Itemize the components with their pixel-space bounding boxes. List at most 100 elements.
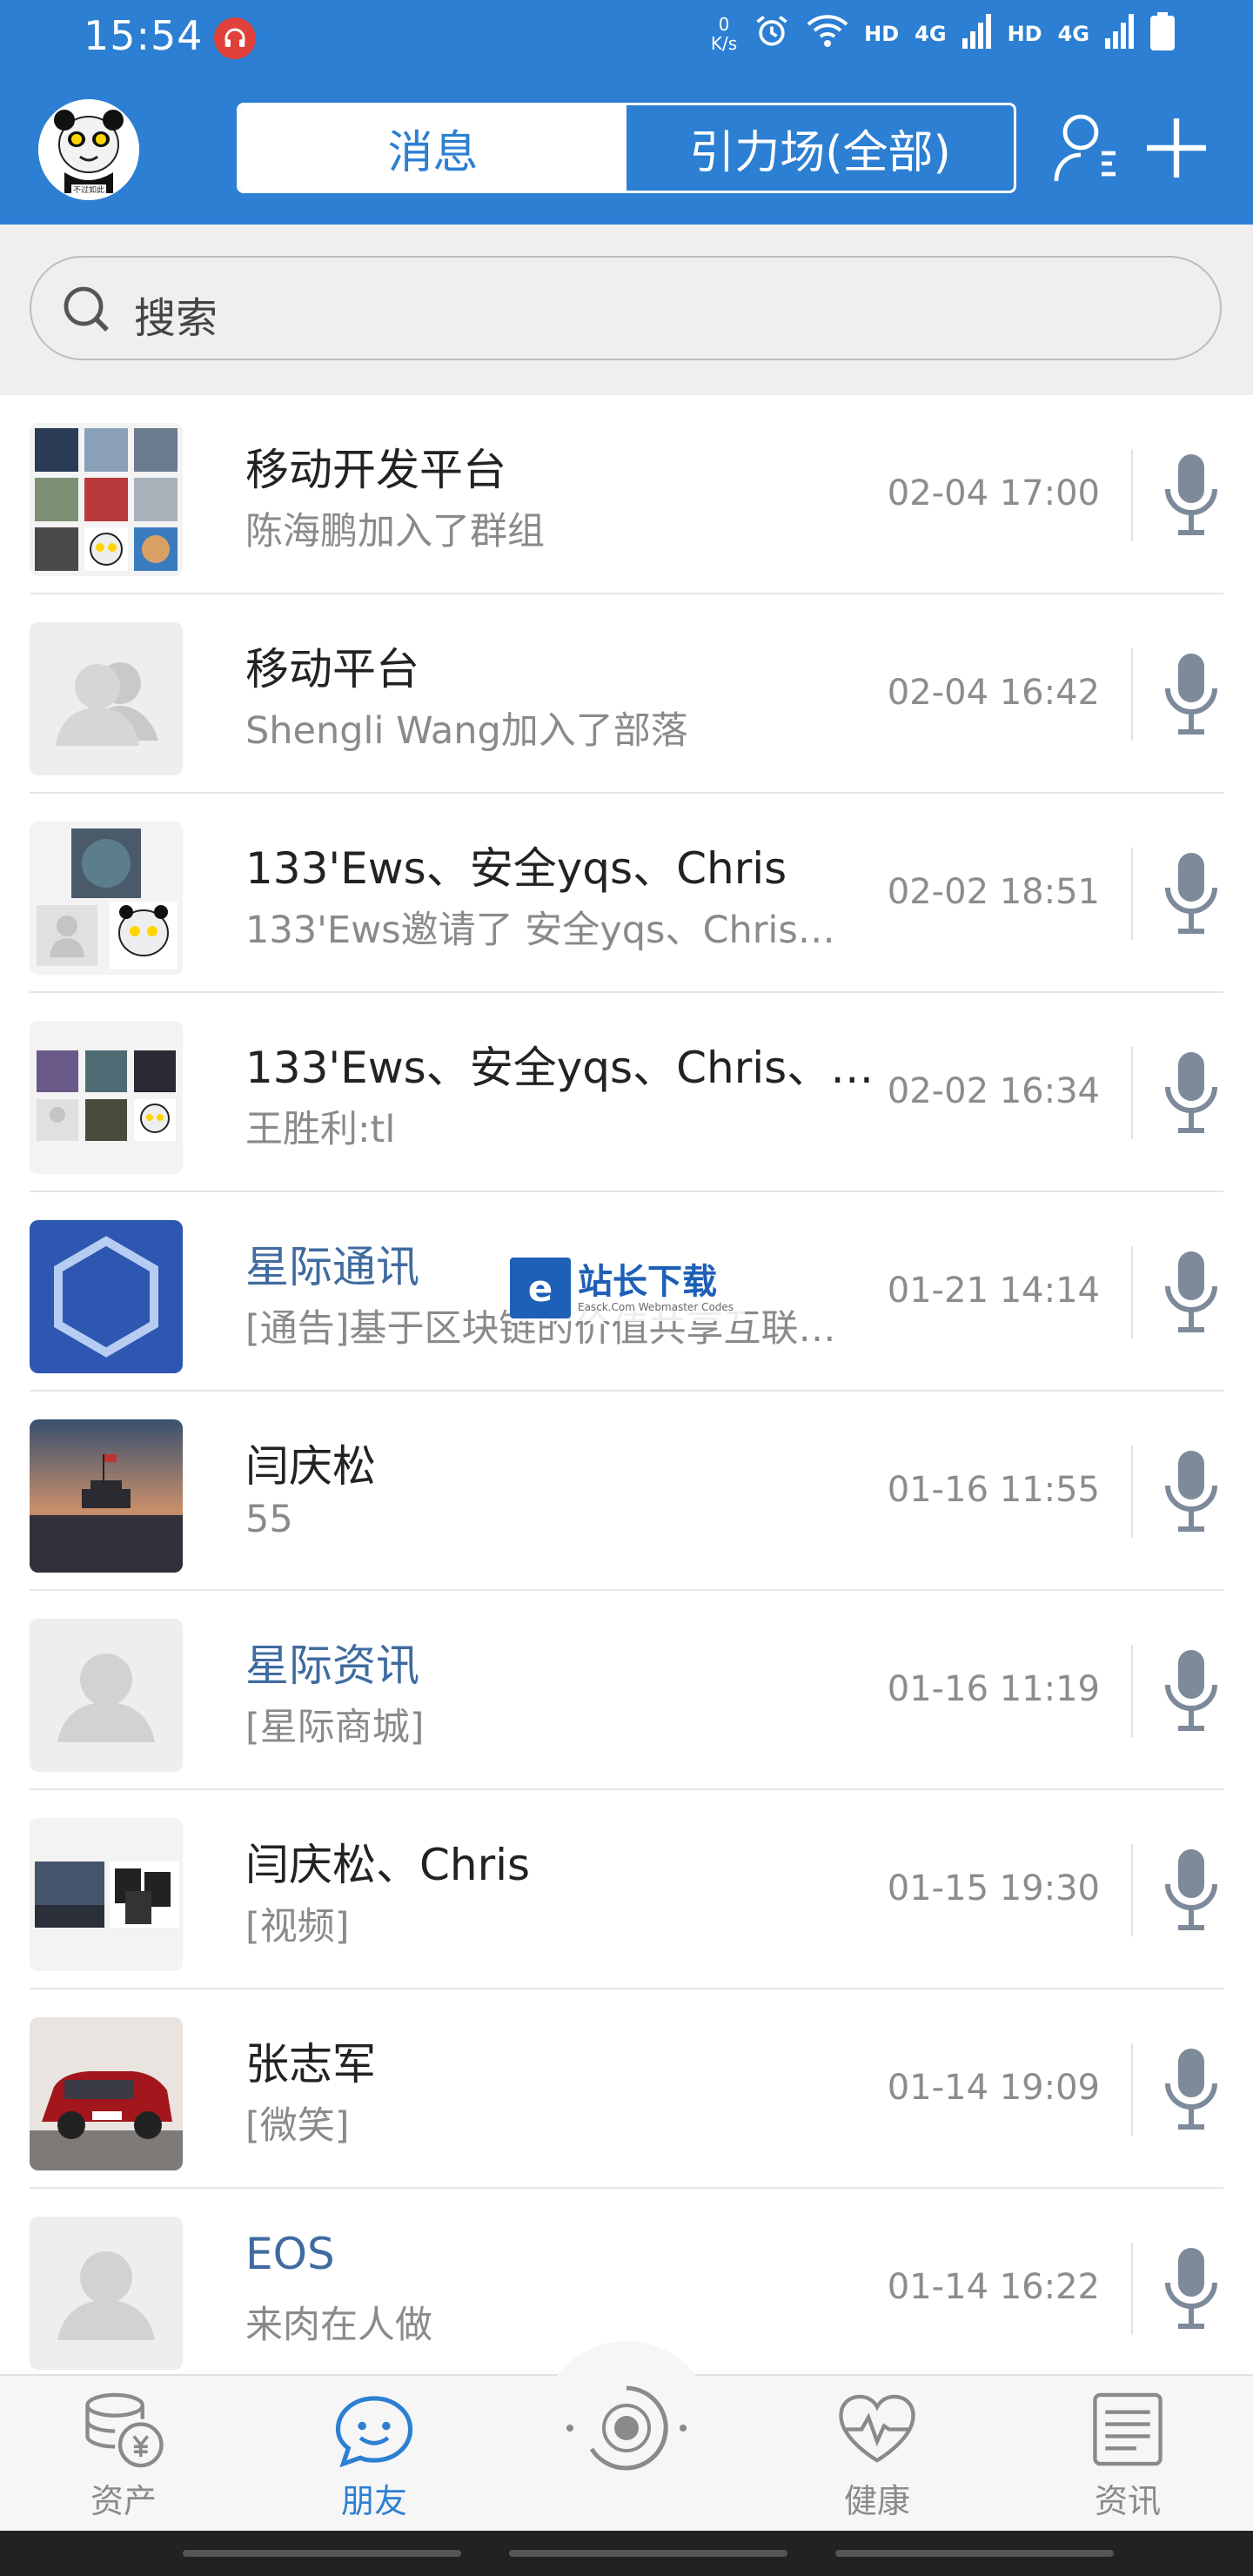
hd-badge-1: HD (864, 22, 900, 46)
conversation-row[interactable]: 张志军 [微笑] 01-14 19:09 (0, 1989, 1253, 2189)
microphone-icon[interactable] (1161, 849, 1222, 936)
add-button[interactable] (1140, 111, 1213, 184)
status-icons: 0 K/s HD 4G HD 4G (711, 12, 1175, 56)
conversation-preview: 王胜利:tl (245, 1108, 396, 1151)
conversation-row[interactable]: 133'Ews、安全yqs、Chris 133'Ews邀请了 安全yqs、Chr… (0, 794, 1253, 993)
search-input[interactable]: 搜索 (30, 256, 1222, 360)
user-avatar-photo (30, 2017, 183, 2170)
divider (1131, 2243, 1133, 2335)
conversation-preview: 来肉在人做 (245, 2304, 432, 2347)
watermark-subtitle: Easck.Com Webmaster Codes (578, 1301, 734, 1313)
divider (1131, 1047, 1133, 1139)
wifi-icon (807, 12, 848, 56)
battery-icon (1150, 12, 1175, 56)
conversation-row[interactable]: 移动开发平台 陈海鹏加入了群组 02-04 17:00 (0, 395, 1253, 594)
tab-messages[interactable]: 消息 (239, 105, 626, 191)
conversation-name: 133'Ews、安全yqs、Chris、… (245, 1043, 874, 1093)
conversation-time: 01-16 11:19 (887, 1669, 1100, 1709)
microphone-icon[interactable] (1161, 2244, 1222, 2331)
conversation-name: 闫庆松 (245, 1441, 376, 1492)
conversation-time: 01-21 14:14 (887, 1271, 1100, 1311)
signal-icon-2 (1105, 14, 1135, 54)
nav-assets-label: 资产 (90, 2482, 157, 2520)
net-speed-unit: K/s (710, 33, 738, 54)
nav-friends[interactable]: 朋友 (287, 2392, 461, 2522)
watermark-logo-icon: e (510, 1258, 571, 1318)
galaxy-center-button[interactable] (539, 2341, 714, 2515)
chat-bubble-icon (335, 2396, 413, 2468)
watermark-title: 站长下载 (578, 1262, 717, 1302)
conversation-name: 张志军 (245, 2039, 376, 2090)
user-placeholder-avatar (30, 1619, 183, 1772)
conversation-preview: [视频] (245, 1905, 350, 1949)
lte-badge-2: 4G (1057, 22, 1089, 46)
conversation-time: 01-15 19:30 (887, 1868, 1100, 1909)
conversation-row[interactable]: 星际资讯 [星际商城] 01-16 11:19 (0, 1591, 1253, 1790)
conversation-time: 02-04 16:42 (887, 673, 1100, 713)
net-speed: 0 K/s (711, 15, 737, 53)
microphone-icon[interactable] (1161, 1846, 1222, 1933)
hd-badge-2: HD (1007, 22, 1042, 46)
heart-pulse-icon (839, 2394, 915, 2463)
conversation-time: 02-02 18:51 (887, 872, 1100, 912)
signal-icon-1 (962, 14, 992, 54)
conversation-name: 星际通讯 (245, 1242, 419, 1292)
microphone-icon[interactable] (1161, 1248, 1222, 1335)
system-nav-back[interactable] (183, 2550, 461, 2557)
alarm-icon (753, 12, 791, 56)
microphone-icon[interactable] (1161, 650, 1222, 737)
nav-news[interactable]: 资讯 (1041, 2392, 1215, 2522)
conversation-row[interactable]: 闫庆松 55 01-16 11:55 (0, 1392, 1253, 1591)
conversation-preview: 55 (245, 1498, 293, 1541)
avatar-caption: 不过如此 (72, 186, 104, 195)
group-avatar-grid (30, 1021, 183, 1174)
microphone-icon[interactable] (1161, 1447, 1222, 1534)
microphone-icon[interactable] (1161, 2045, 1222, 2132)
system-nav-home[interactable] (509, 2550, 787, 2557)
divider (1131, 2043, 1133, 2136)
user-avatar[interactable]: 不过如此 (38, 99, 139, 200)
conversation-name: 闫庆松、Chris (245, 1840, 531, 1890)
microphone-icon[interactable] (1161, 451, 1222, 538)
galaxy-icon (566, 2385, 687, 2471)
net-speed-value: 0 (718, 14, 730, 35)
group-placeholder-avatar (30, 622, 183, 775)
conversation-name: EOS (245, 2229, 335, 2279)
user-avatar-photo (30, 1419, 183, 1573)
coins-icon (85, 2392, 164, 2468)
app-root: 15:54 0 K/s HD 4G HD 4G 不过如此 消息 引力场(全部) … (0, 0, 1253, 2576)
top-bar: 不过如此 消息 引力场(全部) (0, 87, 1253, 218)
divider (1131, 848, 1133, 940)
conversation-preview: 133'Ews邀请了 安全yqs、Chris… (245, 909, 835, 952)
nav-health[interactable]: 健康 (790, 2392, 964, 2522)
nav-assets[interactable]: 资产 (37, 2392, 211, 2522)
divider (1131, 449, 1133, 541)
conversation-name: 133'Ews、安全yqs、Chris (245, 843, 787, 894)
conversation-row[interactable]: 闫庆松、Chris [视频] 01-15 19:30 (0, 1790, 1253, 1989)
nav-news-label: 资讯 (1094, 2482, 1161, 2520)
group-avatar-grid (30, 822, 183, 975)
contacts-button[interactable] (1051, 111, 1121, 184)
divider (1131, 1446, 1133, 1538)
system-nav-recents[interactable] (835, 2550, 1114, 2557)
divider (1131, 1645, 1133, 1737)
conversation-row[interactable]: 133'Ews、安全yqs、Chris、… 王胜利:tl 02-02 16:34 (0, 993, 1253, 1192)
conversation-name: 星际资讯 (245, 1640, 419, 1691)
lte-badge-1: 4G (915, 22, 947, 46)
search-icon (64, 286, 109, 332)
conversation-time: 01-14 19:09 (887, 2068, 1100, 2108)
conversation-name: 移动开发平台 (245, 445, 506, 495)
segment-tabs: 消息 引力场(全部) (237, 103, 1016, 193)
conversation-preview: [星际商城] (245, 1706, 425, 1749)
group-avatar-grid (30, 1818, 183, 1971)
nav-friends-label: 朋友 (340, 2482, 407, 2520)
microphone-icon[interactable] (1161, 1049, 1222, 1136)
tab-gravity-field[interactable]: 引力场(全部) (626, 105, 1014, 191)
group-avatar-grid (30, 423, 183, 576)
microphone-icon[interactable] (1161, 1647, 1222, 1734)
conversation-row[interactable]: 移动平台 Shengli Wang加入了部落 02-04 16:42 (0, 594, 1253, 794)
user-placeholder-avatar (30, 2217, 183, 2370)
plus-icon (1147, 118, 1206, 178)
divider (1131, 648, 1133, 741)
conversation-preview: [微笑] (245, 2104, 350, 2148)
